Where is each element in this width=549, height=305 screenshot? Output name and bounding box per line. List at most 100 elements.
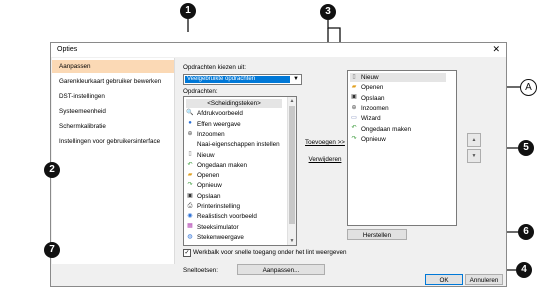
remove-button[interactable]: Verwijderen — [302, 154, 348, 165]
command-item-label: Ongedaan maken — [197, 161, 248, 169]
command-item-label: Opnieuw — [197, 182, 222, 190]
stitch-simulator-icon: ▦ — [187, 223, 193, 230]
combo-selected-value: Veelgebruikte opdrachten — [185, 76, 290, 83]
toolbar-item[interactable]: ▭ Wizard — [350, 114, 381, 123]
ribbon-checkbox[interactable]: ✓ — [183, 249, 191, 257]
toolbar-item-label: Opslaan — [361, 94, 385, 102]
toolbar-item[interactable]: ↶ Ongedaan maken — [350, 125, 411, 134]
command-item[interactable]: ⎙ Printerinstelling — [186, 202, 240, 211]
quick-access-list[interactable]: ▯ Nieuw ▰ Openen ▣ Opslaan ⊕ Inzoomen ▭ Wizard ↶ On… — [347, 70, 457, 226]
wizard-icon: ▭ — [351, 115, 357, 122]
solid-view-icon: ● — [188, 120, 192, 127]
command-item-label: Inzoomen — [197, 130, 225, 138]
callout-4: 4 — [516, 262, 532, 278]
toolbar-item-label: Openen — [361, 84, 384, 92]
commands-source-select[interactable]: Veelgebruikte opdrachten ▼ — [183, 74, 302, 85]
new-file-icon: ▯ — [188, 151, 192, 158]
chevron-down-icon[interactable]: ▼ — [291, 75, 301, 84]
command-item[interactable]: ↶ Ongedaan maken — [186, 161, 247, 170]
command-item[interactable]: ◉ Realistisch voorbeeld — [186, 212, 257, 221]
open-folder-icon: ▰ — [351, 84, 357, 91]
move-up-button[interactable]: ▲ — [467, 133, 481, 147]
scroll-up-icon[interactable]: ▲ — [288, 97, 296, 105]
command-item-label: Stekenweergave — [197, 233, 244, 241]
commands-list[interactable]: <Scheidingsteken> 🔍 Afdrukvoorbeeld ● Effen … — [183, 96, 297, 246]
customize-button[interactable]: Aanpassen... — [237, 264, 325, 275]
sidebar-item-garenkleurkaart[interactable]: Garenkleurkaart gebruiker bewerken — [52, 75, 174, 88]
choose-commands-label: Opdrachten kiezen uit: — [183, 64, 247, 71]
stitch-view-icon: ◍ — [187, 233, 193, 240]
toolbar-item[interactable]: ▯ Nieuw — [350, 73, 446, 82]
redo-icon: ↷ — [187, 182, 193, 189]
move-down-button[interactable]: ▼ — [467, 149, 481, 163]
callout-2: 2 — [44, 162, 60, 178]
command-item[interactable]: ▯ Nieuw — [186, 151, 215, 160]
close-icon[interactable]: ✕ — [492, 45, 500, 54]
command-item-label: Nieuw — [197, 151, 215, 159]
ok-button[interactable]: OK — [425, 274, 463, 285]
command-item-label: Steeksimulator — [197, 223, 239, 231]
toolbar-item-label: Opnieuw — [361, 135, 386, 143]
command-item[interactable]: ◍ Stekenweergave — [186, 233, 244, 242]
sidebar-item-gebruikersinterface[interactable]: Instellingen voor gebruikersinterface — [52, 135, 174, 148]
redo-icon: ↷ — [351, 135, 357, 142]
zoom-in-icon: ⊕ — [351, 104, 357, 111]
sidebar: Aanpassen Garenkleurkaart gebruiker bewe… — [52, 58, 175, 264]
toolbar-item-label: Ongedaan maken — [361, 125, 412, 133]
command-item[interactable]: 🔍 Afdrukvoorbeeld — [186, 109, 243, 118]
callout-5: 5 — [518, 140, 534, 156]
commands-label: Opdrachten: — [183, 88, 218, 95]
command-item[interactable]: ▣ Opslaan — [186, 192, 220, 201]
sidebar-item-schermkalibratie[interactable]: Schermkalibratie — [52, 120, 174, 133]
command-item-label: Afdrukvoorbeeld — [197, 110, 243, 118]
undo-icon: ↶ — [187, 161, 193, 168]
realistic-view-icon: ◉ — [187, 213, 193, 220]
command-item-label: Realistisch voorbeeld — [197, 213, 257, 221]
cancel-button[interactable]: Annuleren — [465, 274, 503, 285]
printer-icon: ⎙ — [187, 202, 193, 209]
dialog-title: Opties — [57, 46, 78, 53]
command-item-label: Effen weergave — [197, 120, 241, 128]
print-preview-icon: 🔍 — [186, 110, 194, 117]
sidebar-item-aanpassen[interactable]: Aanpassen — [52, 60, 174, 73]
toolbar-item-label: Nieuw — [361, 74, 379, 81]
callout-3: 3 — [320, 4, 336, 20]
command-item-label: Printerinstelling — [197, 203, 241, 210]
callout-a: A — [520, 79, 537, 96]
toolbar-item[interactable]: ▰ Openen — [350, 83, 384, 92]
command-item[interactable]: ● Effen weergave — [186, 120, 241, 129]
toolbar-item[interactable]: ▣ Opslaan — [350, 94, 384, 103]
options-dialog: Opties ✕ Aanpassen Garenkleurkaart gebru… — [50, 42, 507, 287]
save-icon: ▣ — [187, 192, 193, 199]
add-button[interactable]: Toevoegen >> — [302, 137, 348, 148]
command-item-label: <Scheidingsteken> — [207, 100, 261, 107]
sidebar-item-systeemeenheid[interactable]: Systeemeenheid — [52, 105, 174, 118]
checkbox-label: Werkbalk voor snelle toegang onder het l… — [193, 249, 347, 256]
zoom-in-icon: ⊕ — [187, 130, 193, 137]
undo-icon: ↶ — [351, 125, 357, 132]
title-bar: Opties ✕ — [51, 43, 506, 57]
new-file-icon: ▯ — [352, 73, 356, 80]
callout-6: 6 — [518, 224, 534, 240]
command-item-label: Naai-eigenschappen instellen — [197, 141, 280, 149]
toolbar-item-label: Wizard — [361, 115, 381, 123]
command-item[interactable]: Naai-eigenschappen instellen — [186, 140, 280, 149]
command-item[interactable]: ▦ Steeksimulator — [186, 223, 239, 232]
sidebar-item-dst[interactable]: DST-instellingen — [52, 90, 174, 103]
command-item[interactable]: ⊕ Inzoomen — [186, 130, 225, 139]
command-item-label: Openen — [197, 172, 220, 180]
save-icon: ▣ — [351, 94, 357, 101]
command-item[interactable]: ↷ Opnieuw — [186, 181, 222, 190]
command-item[interactable]: ▰ Openen — [186, 171, 220, 180]
toolbar-item[interactable]: ↷ Opnieuw — [350, 135, 386, 144]
command-item[interactable]: <Scheidingsteken> — [186, 99, 282, 108]
command-item-label: Opslaan — [197, 192, 221, 200]
callout-7: 7 — [44, 242, 60, 258]
scroll-thumb[interactable] — [289, 106, 295, 224]
shortcuts-label: Sneltoetsen: — [183, 267, 219, 274]
blank-icon — [186, 141, 194, 148]
commands-scrollbar[interactable]: ▲ ▼ — [287, 97, 296, 245]
reset-button[interactable]: Herstellen — [347, 229, 407, 240]
scroll-down-icon[interactable]: ▼ — [288, 237, 296, 245]
toolbar-item[interactable]: ⊕ Inzoomen — [350, 104, 388, 113]
